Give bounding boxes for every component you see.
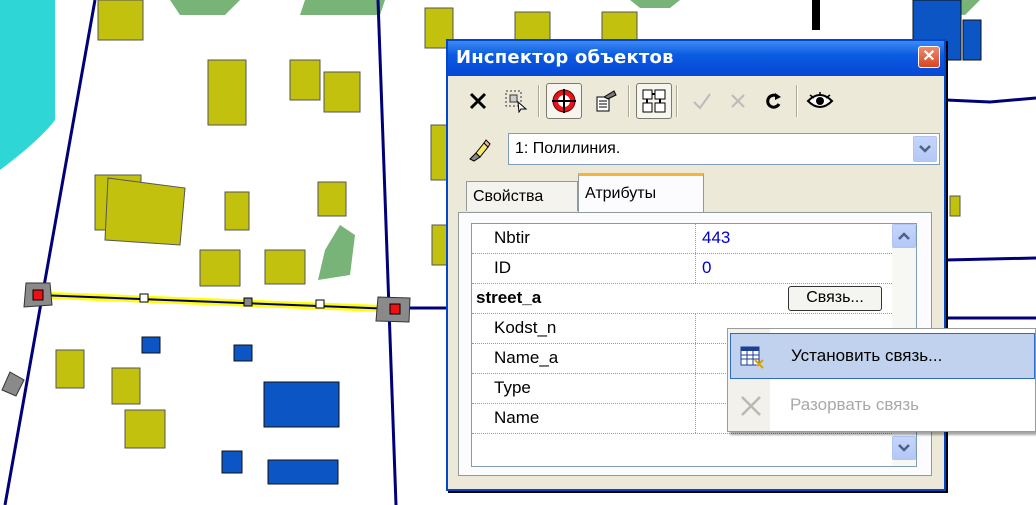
chevron-up-icon [898,232,910,240]
tree-structure-button[interactable] [636,83,672,119]
toolbar-separator [628,85,630,117]
chevron-down-icon [919,145,931,153]
object-selector: 1: Полилиния. [456,133,940,165]
refresh-button[interactable] [756,83,792,119]
water-area [0,0,55,170]
chevron-down-icon [898,444,910,452]
attribute-name: ID [472,254,696,283]
table-row[interactable]: Nbtir 443 [472,224,892,254]
title-bar[interactable]: Инспектор объектов ✕ [448,41,944,76]
cancel-button[interactable] [720,83,756,119]
refresh-icon [766,93,781,109]
attribute-group-name: street_a [476,288,542,307]
select-frame-icon [505,90,528,113]
object-dropdown[interactable]: 1: Полилиния. [508,133,940,165]
menu-item-label: Разорвать связь [790,395,920,414]
table-row-group: street_a Связь... [472,284,892,314]
delete-button[interactable] [460,83,496,119]
tab-attributes-label: Атрибуты [585,185,657,202]
dropdown-arrow-button[interactable] [913,136,937,162]
delete-x-icon [469,92,487,110]
window-title: Инспектор объектов [456,47,674,68]
target-button[interactable] [546,83,582,119]
table-row[interactable]: ID 0 [472,254,892,284]
scroll-down-button[interactable] [892,436,916,460]
toolbar-separator [538,85,540,117]
menu-item-break-link[interactable]: Разорвать связь [730,383,1035,429]
gray-marker [1,371,25,397]
attribute-name: Name [472,404,696,433]
link-button[interactable]: Связь... [788,286,882,311]
tab-properties-label: Свойства [473,187,544,205]
toolbar-separator [796,85,798,117]
scroll-up-button[interactable] [892,224,916,248]
tree-structure-icon [642,89,666,113]
target-icon [552,89,576,113]
eye-icon [806,92,834,108]
context-menu: Установить связь... Разорвать связь [727,328,1036,432]
attribute-name: Nbtir [472,224,696,253]
link-table-icon [740,346,764,369]
attribute-name: Type [472,374,696,403]
attribute-value[interactable]: 0 [702,254,711,282]
highlighter-icon [469,139,491,162]
hatched-marker [812,0,820,30]
properties-icon [596,90,617,112]
select-frame-button[interactable] [498,83,534,119]
attribute-name: Name_a [472,344,696,373]
toolbar [452,79,940,123]
properties-button[interactable] [588,83,624,119]
cancel-x-icon [731,94,745,108]
attribute-value[interactable]: 443 [702,224,730,252]
close-button[interactable]: ✕ [918,46,940,68]
toolbar-separator [676,85,678,117]
tab-properties[interactable]: Свойства [466,181,578,211]
selected-polyline [23,282,411,323]
visibility-button[interactable] [802,83,838,119]
apply-button[interactable] [684,83,720,119]
tab-attributes[interactable]: Атрибуты [578,173,704,212]
object-dropdown-value: 1: Полилиния. [515,140,621,157]
menu-item-set-link[interactable]: Установить связь... [730,333,1035,379]
attribute-name: Kodst_n [472,314,696,343]
apply-check-icon [693,93,711,110]
break-link-icon [741,396,761,416]
menu-item-label: Установить связь... [791,346,943,365]
